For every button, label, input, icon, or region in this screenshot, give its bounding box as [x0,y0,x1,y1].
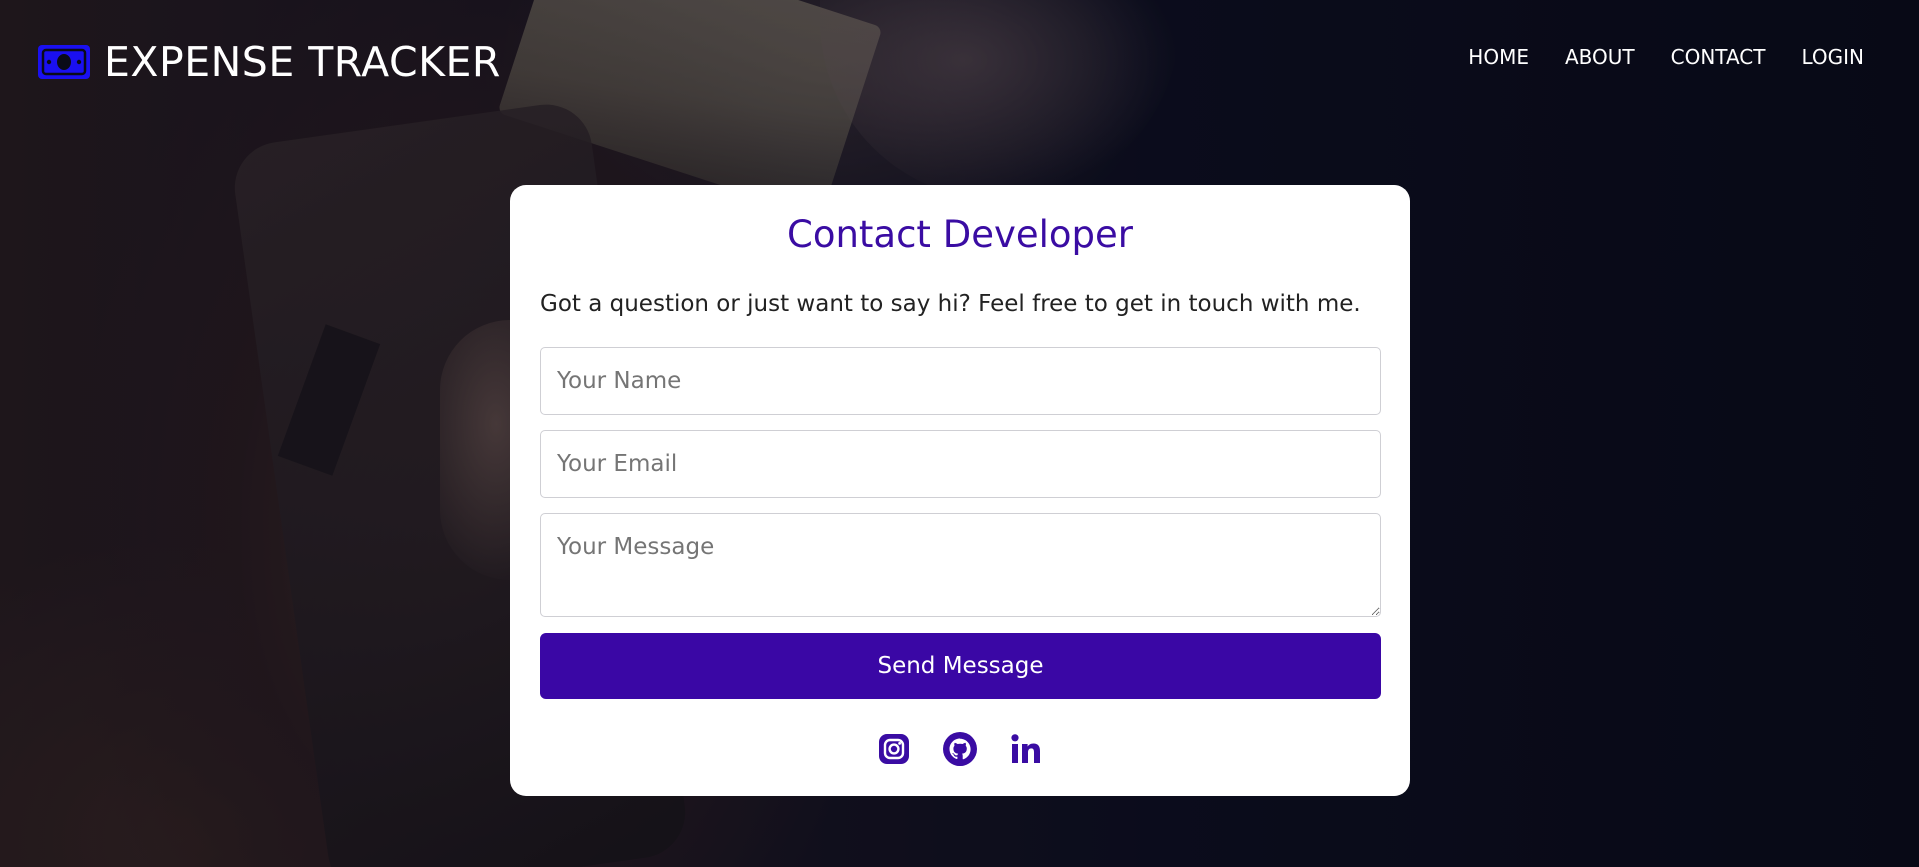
brand[interactable]: EXPENSE TRACKER [38,36,501,88]
name-input[interactable] [540,347,1381,415]
nav-home[interactable]: HOME [1468,42,1529,72]
social-links [510,731,1410,767]
main-nav: HOME ABOUT CONTACT LOGIN [1432,42,1864,72]
brand-title: EXPENSE TRACKER [104,38,501,86]
message-textarea[interactable] [540,513,1381,617]
instagram-icon[interactable] [876,731,912,767]
nav-about[interactable]: ABOUT [1565,42,1635,72]
send-message-button[interactable]: Send Message [540,633,1381,699]
money-bill-icon [38,45,90,79]
email-input[interactable] [540,430,1381,498]
contact-card: Contact Developer Got a question or just… [510,185,1410,796]
nav-login[interactable]: LOGIN [1801,42,1864,72]
site-header: EXPENSE TRACKER HOME ABOUT CONTACT LOGIN [0,0,1919,120]
github-icon[interactable] [942,731,978,767]
contact-subtitle: Got a question or just want to say hi? F… [540,291,1361,317]
nav-contact[interactable]: CONTACT [1671,42,1766,72]
contact-title: Contact Developer [786,213,1133,256]
linkedin-icon[interactable] [1008,731,1044,767]
